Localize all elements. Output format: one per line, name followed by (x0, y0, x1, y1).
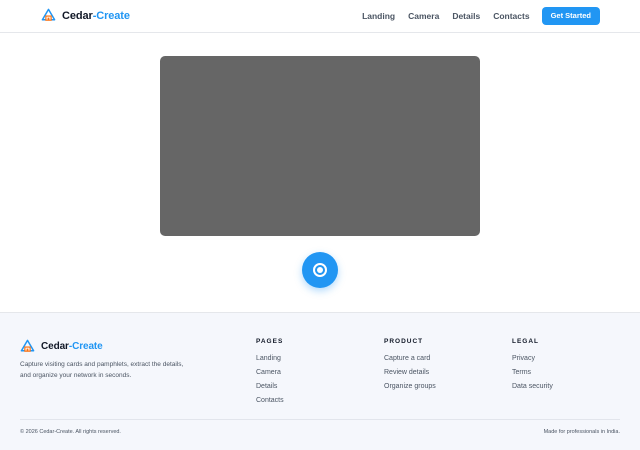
top-navbar: Cedar-Create Landing Camera Details Cont… (0, 0, 640, 33)
footer-description: Capture visiting cards and pamphlets, ex… (20, 361, 184, 379)
footer-column-title: PAGES (256, 338, 284, 345)
footer-link-review-details[interactable]: Review details (384, 366, 436, 380)
footer-column-title: LEGAL (512, 338, 540, 345)
nav-link-landing[interactable]: Landing (362, 7, 395, 25)
footer-column-title: PRODUCT (384, 338, 424, 345)
house-triangle-icon (20, 339, 35, 352)
footer-link-terms[interactable]: Terms (512, 366, 553, 380)
footer-copyright: © 2026 Cedar-Create. All rights reserved… (20, 429, 121, 435)
footer-brand-name-primary: Cedar (41, 341, 69, 352)
footer-column-product: PRODUCT Capture a card Review details Or… (384, 338, 436, 394)
brand-logo-link[interactable]: Cedar-Create (41, 8, 130, 23)
site-footer: Cedar-Create Capture visiting cards and … (0, 312, 640, 450)
shutter-icon-dot (317, 267, 323, 273)
footer-link-landing[interactable]: Landing (256, 352, 284, 366)
footer-column-pages: PAGES Landing Camera Details Contacts (256, 338, 284, 408)
main-nav: Landing Camera Details Contacts Get Star… (362, 7, 600, 25)
footer-link-capture-card[interactable]: Capture a card (384, 352, 436, 366)
brand-name-accent: -Create (92, 9, 130, 22)
page: Cedar-Create Landing Camera Details Cont… (0, 0, 640, 450)
footer-link-contacts[interactable]: Contacts (256, 394, 284, 408)
footer-divider (20, 419, 620, 420)
shutter-icon (313, 263, 327, 277)
capture-button[interactable] (302, 252, 338, 288)
footer-link-privacy[interactable]: Privacy (512, 352, 553, 366)
nav-link-contacts[interactable]: Contacts (493, 7, 529, 25)
footer-link-data-security[interactable]: Data security (512, 380, 553, 394)
footer-brand[interactable]: Cedar-Create (20, 339, 103, 354)
footer-link-organize-groups[interactable]: Organize groups (384, 380, 436, 394)
house-triangle-icon (41, 8, 56, 21)
nav-link-details[interactable]: Details (452, 7, 480, 25)
footer-brand-name: Cedar-Create (41, 341, 103, 352)
brand-name-primary: Cedar (62, 9, 93, 22)
get-started-button[interactable]: Get Started (541, 7, 600, 25)
footer-made-in: Made for professionals in India. (543, 429, 620, 435)
brand-name: Cedar-Create (62, 10, 130, 22)
footer-link-details[interactable]: Details (256, 380, 284, 394)
footer-column-legal: LEGAL Privacy Terms Data security (512, 338, 553, 394)
footer-brand-name-accent: -Create (68, 341, 103, 352)
nav-link-camera[interactable]: Camera (408, 7, 439, 25)
footer-link-camera[interactable]: Camera (256, 366, 284, 380)
camera-preview (160, 56, 480, 236)
